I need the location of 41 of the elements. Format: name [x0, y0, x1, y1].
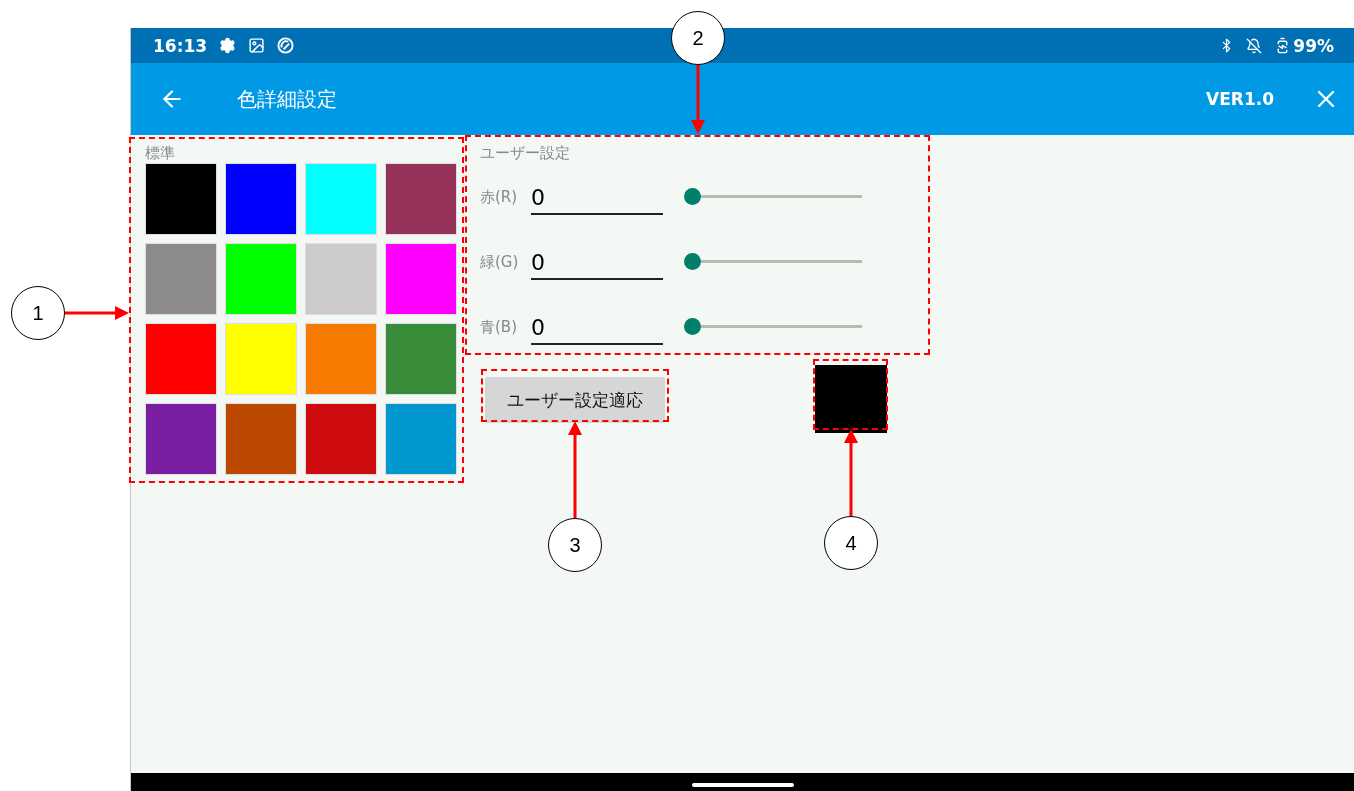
battery-level: 99% [1293, 35, 1334, 56]
callout-arrow [691, 65, 705, 134]
apply-button[interactable]: ユーザー設定適応 [485, 377, 665, 423]
screen-title: 色詳細設定 [237, 85, 337, 113]
value-field[interactable]: 0 [531, 235, 663, 280]
color-swatch[interactable] [305, 323, 377, 395]
color-swatch[interactable] [225, 403, 297, 475]
channel-label: 赤(R) [480, 188, 519, 207]
color-swatch[interactable] [385, 403, 457, 475]
callout-number: 1 [11, 286, 65, 340]
channel-label: 緑(G) [480, 253, 520, 272]
gear-icon [219, 37, 237, 54]
color-swatch[interactable] [145, 403, 217, 475]
color-swatch[interactable] [385, 243, 457, 315]
home-handle[interactable] [691, 783, 794, 787]
section-label: 標準 [145, 143, 175, 163]
version-label: VER1.0 [1206, 89, 1274, 109]
ring-icon [277, 37, 295, 54]
image-icon [248, 37, 266, 54]
callout-arrow [65, 306, 129, 320]
color-swatch[interactable] [385, 163, 457, 235]
color-swatch[interactable] [145, 243, 217, 315]
value-field[interactable]: 0 [531, 300, 663, 345]
bell-off-icon [1246, 37, 1263, 54]
value-field[interactable]: 0 [531, 170, 663, 215]
color-swatch[interactable] [305, 243, 377, 315]
color-swatch[interactable] [305, 403, 377, 475]
color-swatch[interactable] [385, 323, 457, 395]
callout-number: 2 [671, 11, 725, 65]
clock: 16:13 [153, 35, 208, 56]
color-swatch[interactable] [225, 163, 297, 235]
slider-thumb[interactable] [684, 253, 701, 270]
color-swatch[interactable] [145, 323, 217, 395]
color-swatch[interactable] [305, 163, 377, 235]
channel-label: 青(B) [480, 318, 518, 337]
color-swatch[interactable] [145, 163, 217, 235]
color-swatch[interactable] [225, 243, 297, 315]
section-label: ユーザー設定 [480, 143, 570, 163]
slider-thumb[interactable] [684, 318, 701, 335]
color-swatch[interactable] [225, 323, 297, 395]
slider-thumb[interactable] [684, 188, 701, 205]
